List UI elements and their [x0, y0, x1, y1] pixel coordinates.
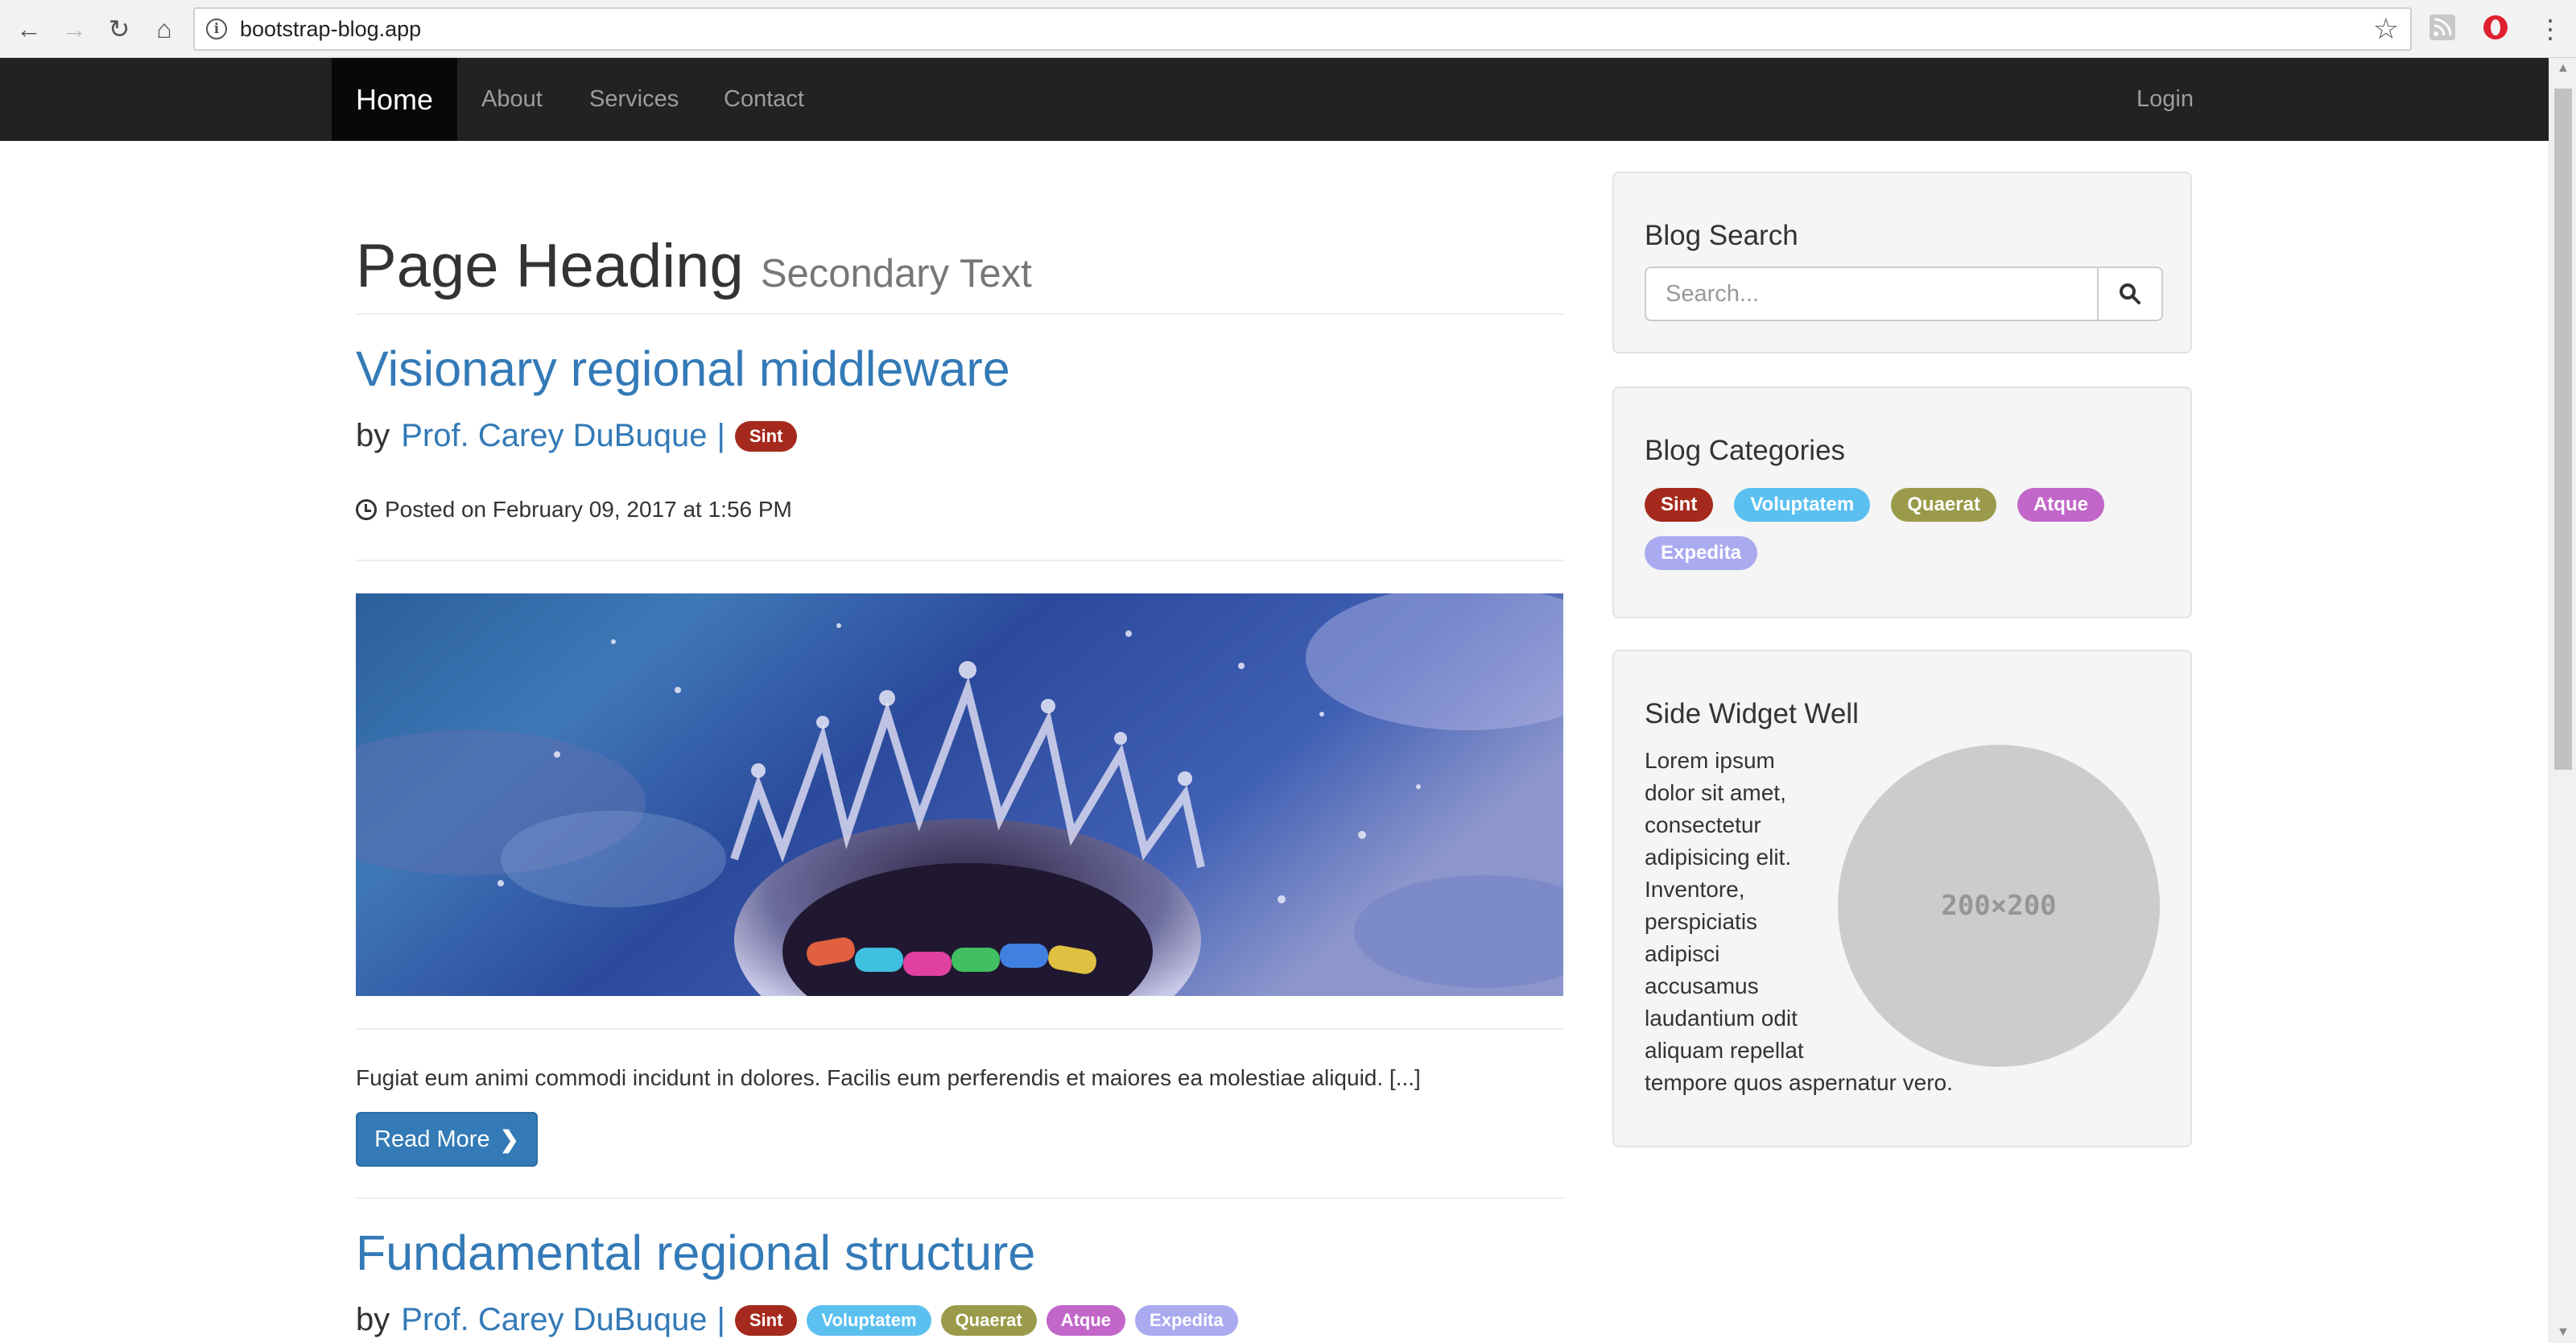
scrollbar-thumb[interactable]: [2554, 89, 2572, 770]
scroll-up-icon[interactable]: ▲: [2557, 61, 2570, 76]
url-text[interactable]: bootstrap-blog.app: [240, 17, 421, 42]
scroll-down-icon[interactable]: ▼: [2557, 1325, 2570, 1340]
post-image: [356, 593, 1563, 996]
tag-atque[interactable]: Atque: [1046, 1304, 1126, 1336]
divider: [356, 313, 1563, 315]
category-sint[interactable]: Sint: [1645, 488, 1714, 522]
chevron-right-icon: ❯: [499, 1126, 519, 1153]
browser-menu-icon[interactable]: ⋮: [2533, 11, 2568, 47]
reload-icon[interactable]: ↻: [101, 11, 137, 47]
rss-extension-icon[interactable]: [2428, 13, 2457, 42]
read-more-button[interactable]: Read More ❯: [356, 1112, 538, 1167]
nav-home[interactable]: Home: [332, 58, 457, 141]
search-icon: [2120, 283, 2140, 304]
by-label: by: [356, 1302, 390, 1337]
category-atque[interactable]: Atque: [2017, 488, 2104, 522]
page-scrollbar[interactable]: ▲ ▼: [2549, 58, 2576, 1343]
tag-quaerat[interactable]: Quaerat: [940, 1304, 1037, 1336]
category-quaerat[interactable]: Quaerat: [1891, 488, 1996, 522]
address-bar[interactable]: i bootstrap-blog.app ☆: [193, 7, 2412, 51]
opera-extension-icon[interactable]: [2481, 13, 2510, 42]
bookmark-star-icon[interactable]: ☆: [2373, 12, 2399, 46]
post-title[interactable]: Fundamental regional structure: [356, 1225, 1035, 1281]
side-widget-well: Side Widget Well 200×200 Lorem ipsum dol…: [1612, 650, 2192, 1147]
clock-icon: [356, 499, 377, 520]
page-heading-text: Page Heading: [356, 232, 744, 300]
widget-title: Side Widget Well: [1645, 698, 1859, 729]
nav-contact[interactable]: Contact: [724, 58, 804, 141]
nav-login[interactable]: Login: [2136, 58, 2194, 141]
search-input[interactable]: [1645, 267, 2097, 321]
post-date: Posted on February 09, 2017 at 1:56 PM: [356, 497, 792, 523]
post-byline: by Prof. Carey DuBuque | Sint Voluptatem…: [356, 1302, 1248, 1338]
page-heading: Page Heading Secondary Text: [356, 231, 1032, 301]
tag-expedita[interactable]: Expedita: [1135, 1304, 1238, 1336]
widget-body: 200×200 Lorem ipsum dolor sit amet, cons…: [1645, 745, 2160, 1099]
categories-well: Blog Categories Sint Voluptatem Quaerat Atq…: [1612, 386, 2192, 618]
back-icon[interactable]: ←: [11, 11, 47, 47]
search-button[interactable]: [2097, 267, 2163, 321]
divider: [356, 1028, 1563, 1030]
forward-icon[interactable]: →: [56, 11, 92, 47]
browser-toolbar: ← → ↻ ⌂ i bootstrap-blog.app ☆ ⋮: [0, 0, 2576, 58]
post-excerpt: Fugiat eum animi commodi incidunt in dol…: [356, 1065, 1421, 1090]
read-more-label: Read More: [374, 1126, 490, 1152]
page-heading-secondary: Secondary Text: [760, 252, 1032, 295]
post-title[interactable]: Visionary regional middleware: [356, 341, 1010, 397]
author-link[interactable]: Prof. Carey DuBuque: [401, 1302, 707, 1338]
search-title: Blog Search: [1645, 220, 1798, 251]
category-list: Sint Voluptatem Quaerat Atque Expedita: [1645, 488, 2160, 585]
post-date-text: Posted on February 09, 2017 at 1:56 PM: [385, 497, 792, 522]
author-link[interactable]: Prof. Carey DuBuque: [401, 418, 707, 454]
category-voluptatem[interactable]: Voluptatem: [1734, 488, 1871, 522]
tag-sint[interactable]: Sint: [734, 1304, 798, 1336]
placeholder-image: 200×200: [1838, 745, 2160, 1067]
post-byline: by Prof. Carey DuBuque | Sint: [356, 418, 807, 454]
categories-title: Blog Categories: [1645, 435, 1846, 466]
site-navbar: Home About Services Contact Login: [0, 58, 2549, 141]
nav-about[interactable]: About: [481, 58, 543, 141]
placeholder-image-label: 200×200: [1941, 890, 2057, 922]
nav-services[interactable]: Services: [589, 58, 679, 141]
tag-sint[interactable]: Sint: [734, 420, 798, 452]
byline-separator: |: [716, 1302, 725, 1337]
site-info-icon[interactable]: i: [206, 19, 227, 39]
divider: [356, 560, 1563, 561]
search-well: Blog Search: [1612, 171, 2192, 353]
by-label: by: [356, 418, 390, 453]
tag-voluptatem[interactable]: Voluptatem: [807, 1304, 931, 1336]
byline-separator: |: [716, 418, 725, 453]
category-expedita[interactable]: Expedita: [1645, 536, 1758, 570]
divider: [356, 1197, 1563, 1199]
home-icon[interactable]: ⌂: [147, 11, 182, 47]
